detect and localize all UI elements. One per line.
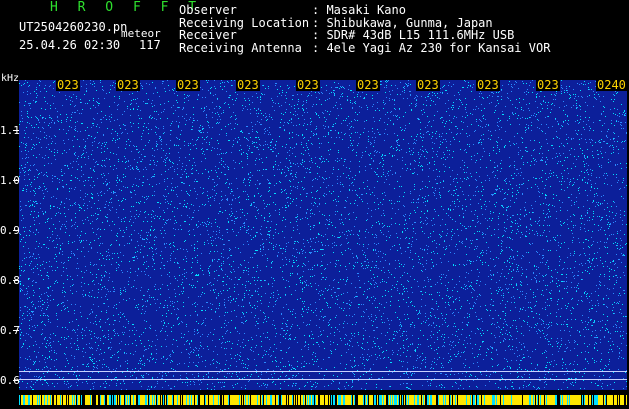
frequency-unit-label: kHz xyxy=(1,73,20,84)
info-key: Receiving Antenna xyxy=(179,40,302,55)
info-key: Observer xyxy=(179,3,237,17)
time-label: 0240 xyxy=(596,78,627,92)
time-label: 023 xyxy=(176,78,200,92)
station-info: Observer : Masaki Kano Receiving Locatio… xyxy=(179,4,550,54)
info-value: : SDR# 43dB L15 111.6MHz USB xyxy=(312,28,515,42)
noise-dim xyxy=(19,80,627,390)
reference-line xyxy=(19,379,627,380)
info-row-antenna: Receiving Antenna : 4ele Yagi Az 230 for… xyxy=(179,40,551,55)
time-label: 023 xyxy=(476,78,500,92)
reference-line xyxy=(19,371,627,372)
time-label: 023 xyxy=(296,78,320,92)
y-label: 0.6 xyxy=(0,374,20,387)
info-value: : Masaki Kano xyxy=(312,3,406,17)
time-label: 023 xyxy=(356,78,380,92)
date-time: 25.04.26 02:30 xyxy=(19,38,121,52)
time-label: 023 xyxy=(116,78,140,92)
file-name: UT2504260230.pn xyxy=(19,20,128,34)
info-row-receiver: Receiver : SDR# 43dB L15 111.6MHz USB xyxy=(179,29,550,42)
time-label: 023 xyxy=(56,78,80,92)
y-label: 0.9 xyxy=(0,224,20,237)
signal-strength-band xyxy=(19,390,627,405)
signal-strength-bars xyxy=(19,395,627,405)
info-key: Receiver xyxy=(179,28,237,42)
time-label: 023 xyxy=(416,78,440,92)
info-value: : 4ele Yagi Az 230 for Kansai VOR xyxy=(312,40,551,55)
time-label: 023 xyxy=(536,78,560,92)
y-label: 0.7 xyxy=(0,324,20,337)
time-label: 023 xyxy=(236,78,260,92)
spectrogram-plot xyxy=(19,80,627,390)
y-label: 1.0 xyxy=(0,174,20,187)
y-label: 1.1 xyxy=(0,124,20,137)
spectrogram-noise xyxy=(19,80,627,390)
noise-bright xyxy=(19,80,627,390)
y-label: 0.8 xyxy=(0,274,20,287)
band-yellow xyxy=(21,395,627,405)
event-count: 117 xyxy=(139,38,161,52)
info-row-observer: Observer : Masaki Kano xyxy=(179,4,550,17)
